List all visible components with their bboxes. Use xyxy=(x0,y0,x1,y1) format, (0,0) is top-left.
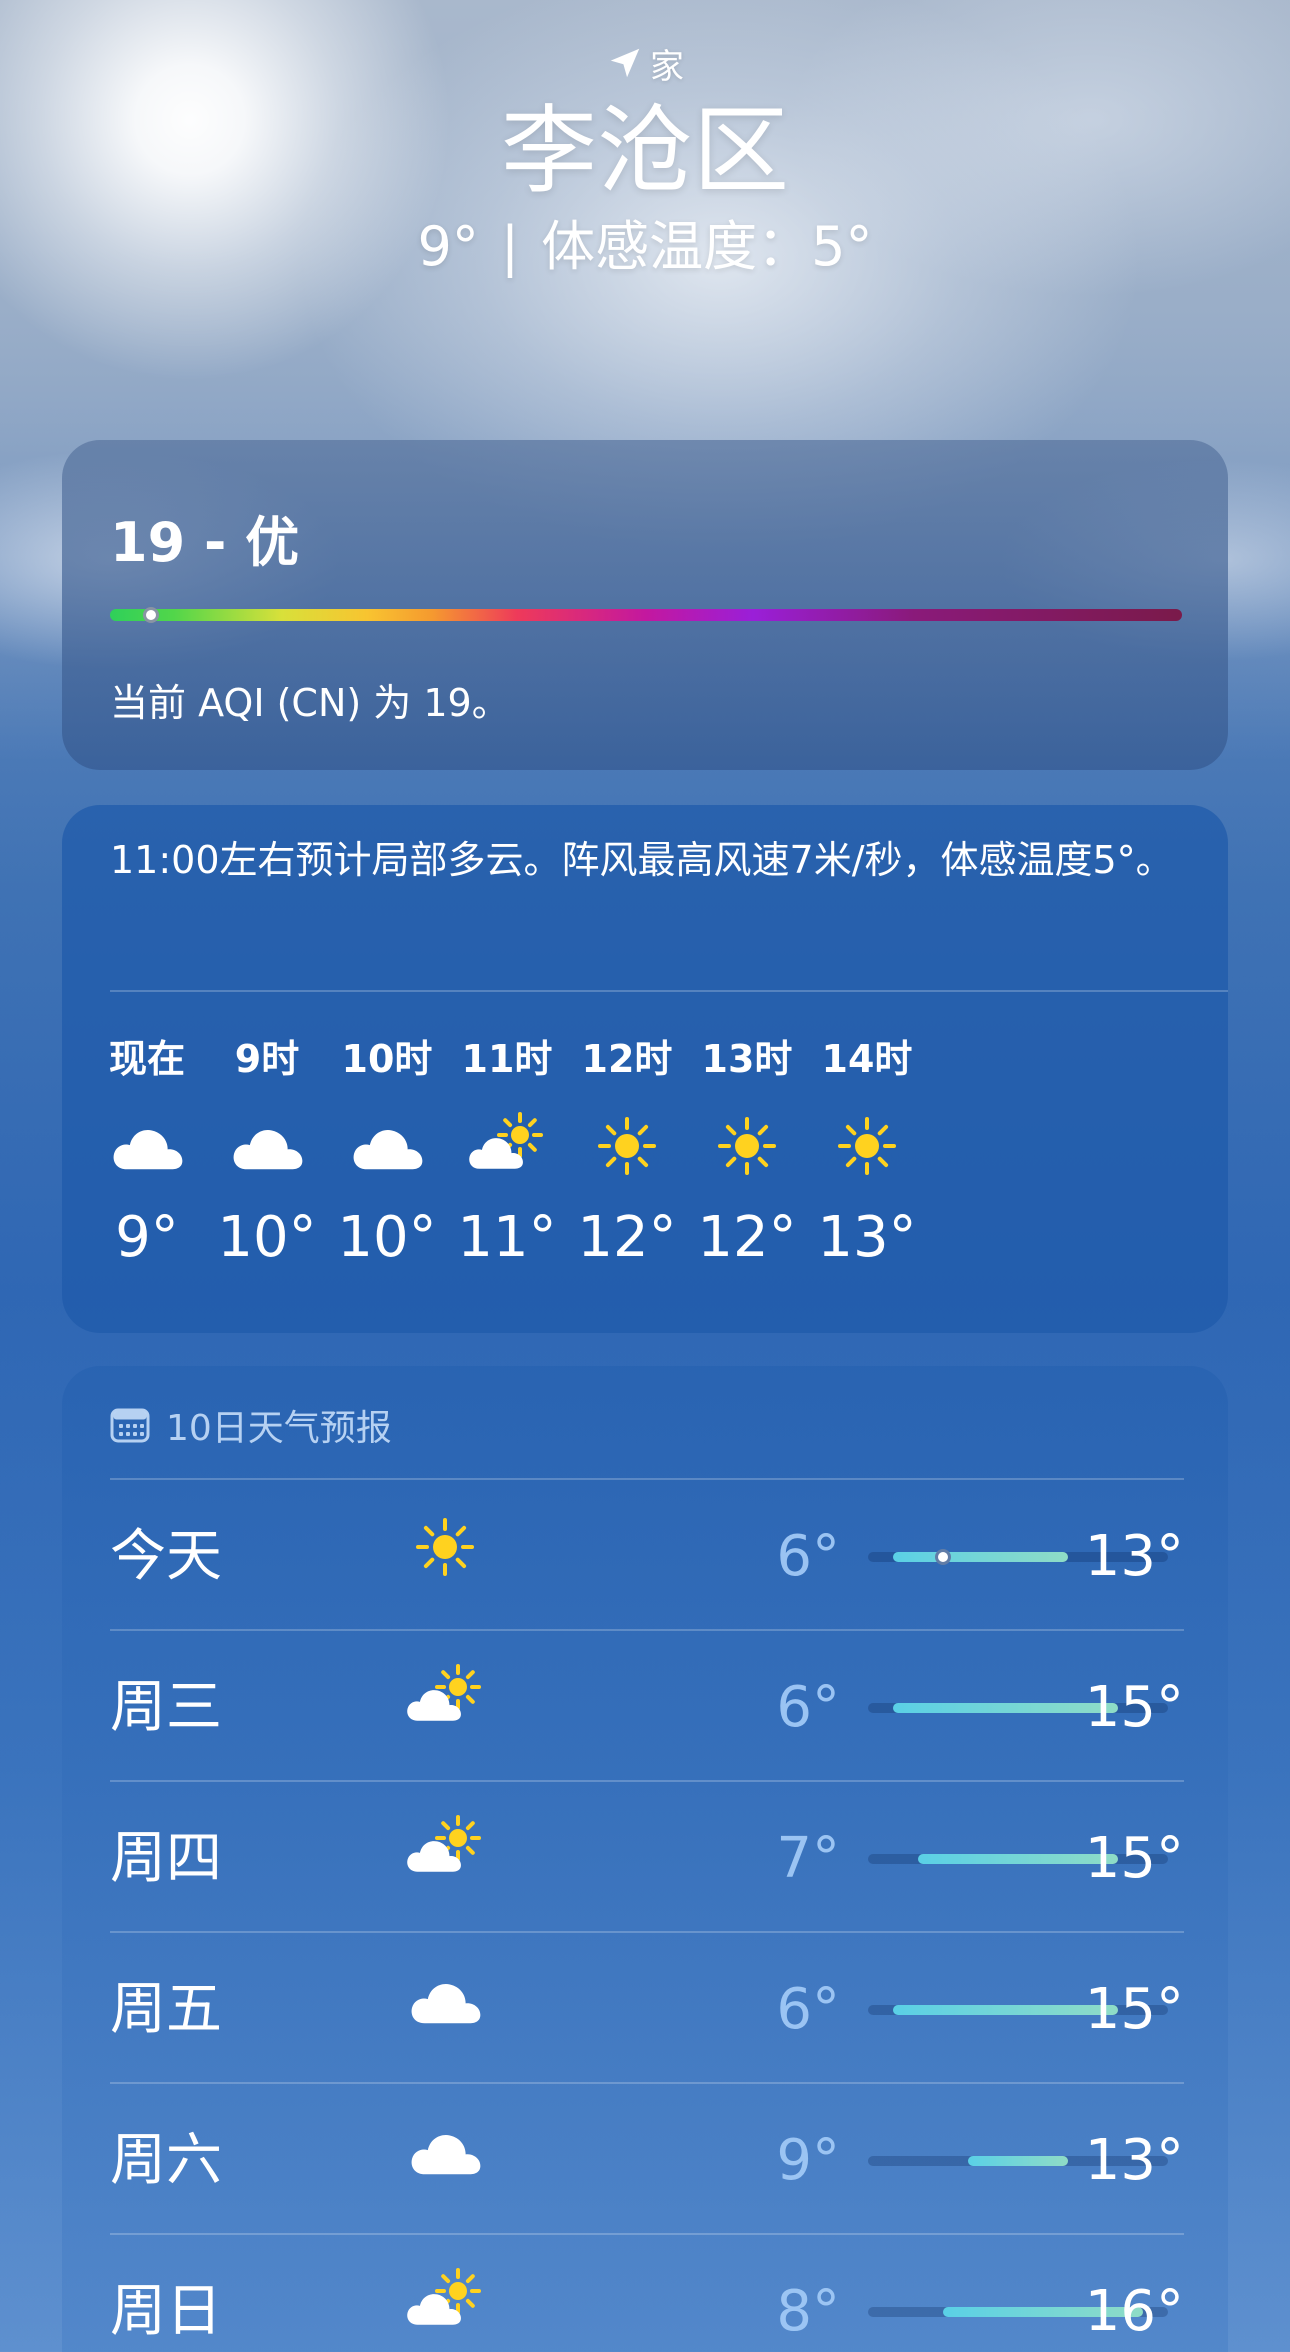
low-temperature: 6° xyxy=(776,1977,840,2042)
partly-sunny-icon xyxy=(462,1111,552,1181)
hour-label: 14时 xyxy=(821,1037,913,1081)
low-temperature: 6° xyxy=(776,1675,840,1740)
divider xyxy=(110,990,1228,992)
cloud-icon xyxy=(102,1111,192,1181)
location-label: 家 xyxy=(650,46,684,87)
day-name: 周六 xyxy=(110,2128,222,2193)
row-divider xyxy=(110,1931,1184,1933)
cloud-icon xyxy=(222,1111,312,1181)
high-temperature: 16° xyxy=(1084,2279,1184,2344)
day-row[interactable]: 周日 8° 16° xyxy=(110,2233,1184,2352)
feels-like: 体感温度：5° xyxy=(541,215,873,278)
high-temperature: 15° xyxy=(1084,1826,1184,1891)
location-row: 家 xyxy=(0,40,1290,87)
temperature-range-fill xyxy=(968,2156,1068,2166)
day-name: 周四 xyxy=(110,1826,222,1891)
day-row[interactable]: 周四 7° 15° xyxy=(110,1780,1184,1930)
partly-sunny-icon xyxy=(400,1663,490,1747)
row-divider xyxy=(110,1780,1184,1782)
low-temperature: 6° xyxy=(776,1524,840,1589)
partly-sunny-icon xyxy=(400,2267,490,2351)
ten-day-title: 10日天气预报 xyxy=(166,1408,392,1449)
cloud-icon xyxy=(342,1111,432,1181)
row-divider xyxy=(110,1478,1184,1480)
high-temperature: 15° xyxy=(1084,1977,1184,2042)
calendar-icon xyxy=(110,1408,150,1443)
sun-icon xyxy=(582,1111,672,1181)
aqi-description: 当前 AQI (CN) 为 19。 xyxy=(110,681,510,725)
ten-day-forecast-card[interactable]: 10日天气预报 今天 6° 13° 周三 6° 15° 周四 7° 15° 周五 6° 15° 周… xyxy=(62,1366,1228,2352)
location-arrow-icon xyxy=(610,48,640,78)
ten-day-header: 10日天气预报 xyxy=(110,1400,392,1450)
aqi-scale-bar xyxy=(110,609,1182,621)
current-conditions: 9° | 体感温度：5° xyxy=(0,212,1290,282)
day-name: 周日 xyxy=(110,2279,222,2344)
current-temperature: 9° xyxy=(417,215,479,278)
cloud-icon xyxy=(400,1965,490,2049)
day-row[interactable]: 周六 9° 13° xyxy=(110,2082,1184,2232)
cloud-icon xyxy=(400,2116,490,2200)
high-temperature: 13° xyxy=(1084,1524,1184,1589)
temperature-range-fill xyxy=(893,1552,1068,1562)
day-name: 今天 xyxy=(110,1524,222,1589)
row-divider xyxy=(110,2233,1184,2235)
hour-column: 14时 13° xyxy=(792,1005,942,1273)
current-temperature-dot xyxy=(935,1549,951,1565)
sun-icon xyxy=(400,1512,490,1596)
hourly-scroller[interactable]: 现在 9° 9时 10° 10时 10° 11时 11° 12时 12° 13时 12° 14时… xyxy=(62,1005,1228,1333)
low-temperature: 9° xyxy=(776,2128,840,2193)
day-row[interactable]: 周五 6° 15° xyxy=(110,1931,1184,2081)
aqi-indicator xyxy=(142,607,159,623)
hourly-summary: 11:00左右预计局部多云。阵风最高风速7米/秒，体感温度5°。 xyxy=(110,838,1174,882)
city-name: 李沧区 xyxy=(501,95,789,207)
air-quality-card[interactable]: 19 - 优 当前 AQI (CN) 为 19。 xyxy=(62,440,1228,770)
hour-temperature: 13° xyxy=(817,1205,917,1270)
sun-icon xyxy=(822,1111,912,1181)
day-row[interactable]: 今天 6° 13° xyxy=(110,1478,1184,1628)
hourly-forecast-card[interactable]: 11:00左右预计局部多云。阵风最高风速7米/秒，体感温度5°。 现在 9° 9时… xyxy=(62,805,1228,1333)
low-temperature: 8° xyxy=(776,2279,840,2344)
aqi-title: 19 - 优 xyxy=(110,511,300,574)
row-divider xyxy=(110,1629,1184,1631)
separator: | xyxy=(500,215,520,278)
high-temperature: 13° xyxy=(1084,2128,1184,2193)
sun-icon xyxy=(702,1111,792,1181)
day-name: 周三 xyxy=(110,1675,222,1740)
partly-sunny-icon xyxy=(400,1814,490,1898)
low-temperature: 7° xyxy=(776,1826,840,1891)
day-row[interactable]: 周三 6° 15° xyxy=(110,1629,1184,1779)
high-temperature: 15° xyxy=(1084,1675,1184,1740)
location-header: 家 李沧区 9° | 体感温度：5° xyxy=(0,40,1290,282)
row-divider xyxy=(110,2082,1184,2084)
day-name: 周五 xyxy=(110,1977,222,2042)
